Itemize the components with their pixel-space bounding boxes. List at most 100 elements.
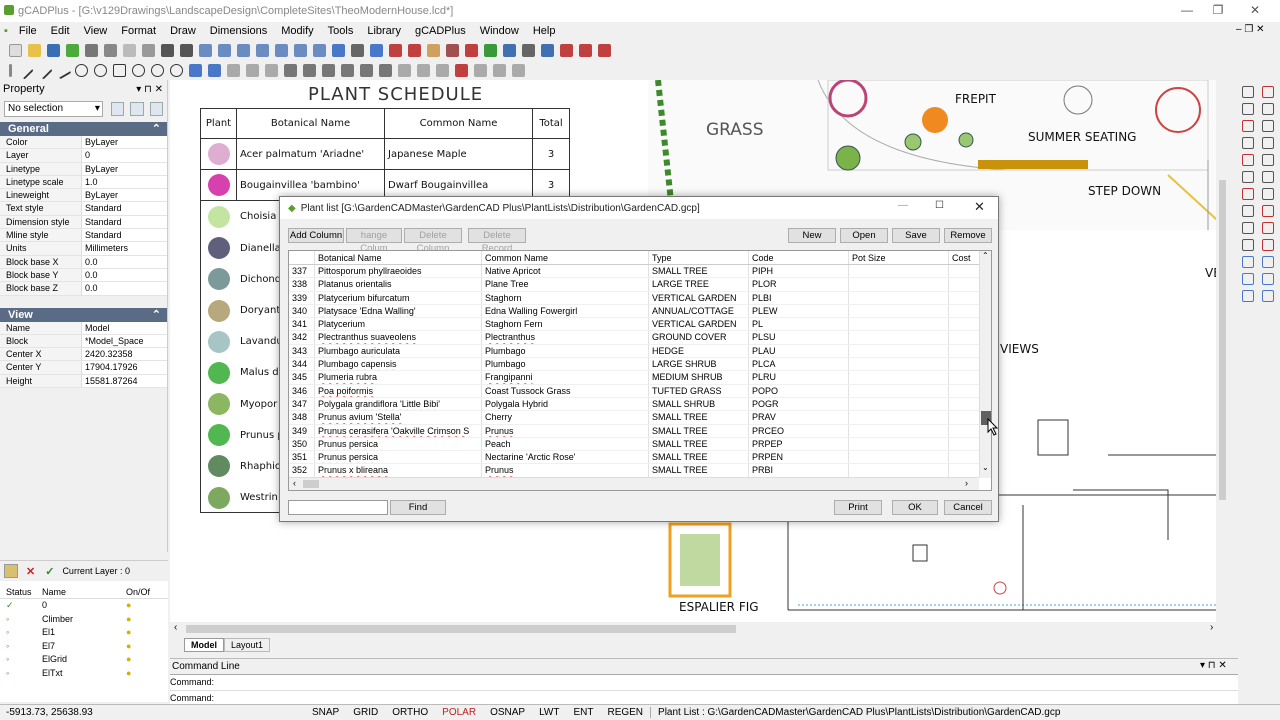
zoom-window-icon[interactable] (256, 43, 269, 57)
grid-cell[interactable]: 346 (289, 384, 315, 397)
design-center-icon[interactable] (370, 43, 383, 57)
grid-cell[interactable]: Plane Tree (482, 278, 649, 291)
minimize-icon[interactable]: — (1172, 3, 1202, 17)
property-value[interactable]: 0.0 (82, 282, 167, 294)
delete-icon[interactable] (455, 63, 468, 77)
grid-cell[interactable]: POGR (749, 397, 849, 411)
v-scrollbar[interactable] (1216, 80, 1228, 622)
grid-row[interactable]: 346 Poa poiformis Coast Tussock Grass TUFTE… (289, 384, 991, 398)
grid-cell[interactable]: PLBI (749, 291, 849, 304)
grid-cell[interactable]: 343 (289, 344, 315, 358)
text-icon[interactable] (560, 43, 573, 57)
property-row[interactable]: Center X 2420.32358 (0, 348, 167, 362)
grid-cell[interactable]: Polygala Hybrid (482, 397, 649, 411)
zoom-extents-icon[interactable] (275, 43, 288, 57)
modify-tool-icon[interactable] (1262, 86, 1274, 98)
delete-record-button[interactable]: Delete Record (468, 228, 526, 254)
property-value[interactable]: 2420.32358 (82, 348, 167, 360)
quick-select-icon[interactable] (110, 102, 125, 116)
grid-cell[interactable]: 351 (289, 451, 315, 464)
property-value[interactable]: 1.0 (82, 176, 167, 188)
grid-row[interactable]: 337 Pittosporum phyllraeoides Native Apric… (289, 265, 991, 279)
ray-icon[interactable] (34, 60, 53, 80)
grid-cell[interactable]: PRPEN (749, 451, 849, 464)
modify-tool-icon[interactable] (1242, 154, 1254, 166)
property-row[interactable]: Block base Z 0.0 (0, 282, 167, 296)
modify-tool-icon[interactable] (1242, 86, 1254, 98)
grid-cell[interactable]: 345 (289, 371, 315, 384)
grid-cell[interactable] (849, 371, 949, 384)
status-osnap[interactable]: OSNAP (483, 707, 532, 718)
grid-cell[interactable] (849, 304, 949, 318)
selection-dropdown[interactable]: No selection ▾ (4, 101, 103, 117)
area-icon[interactable] (598, 43, 611, 57)
grid-row[interactable]: 338 Platanus orientalis Plane Tree LARGE TR… (289, 278, 991, 292)
grid-cell[interactable]: PLEW (749, 304, 849, 318)
bulb-icon[interactable]: ● (126, 667, 131, 681)
match-icon[interactable] (474, 63, 487, 77)
new-button[interactable]: New (788, 228, 836, 243)
save-button[interactable]: Save (892, 228, 940, 243)
menu-draw[interactable]: Draw (163, 25, 203, 37)
grid-cell[interactable] (849, 331, 949, 344)
copy-icon[interactable] (123, 43, 136, 57)
property-row[interactable]: Height 15581.87264 (0, 374, 167, 389)
layer-status-icon[interactable]: ◦ (0, 653, 42, 667)
grid-row[interactable]: 340 Platysace 'Edna Walling' Edna Walling … (289, 304, 991, 319)
grid-cell[interactable]: ANNUAL/COTTAGE (649, 304, 749, 318)
open-button[interactable]: Open (840, 228, 888, 243)
status-grid[interactable]: GRID (346, 707, 385, 718)
hatch-icon[interactable] (427, 43, 440, 57)
grid-cell[interactable] (849, 397, 949, 411)
grid-cell[interactable]: PRAV (749, 411, 849, 424)
col-name[interactable]: Name (42, 585, 126, 598)
grid-cell[interactable]: Platysace 'Edna Walling' (315, 304, 482, 318)
grid-cell[interactable]: PL (749, 318, 849, 331)
grid-cell[interactable]: Staghorn Fern (482, 318, 649, 331)
grid-cell[interactable]: Prunus (482, 464, 649, 477)
modify-tool-icon[interactable] (1242, 171, 1254, 183)
grid-cell[interactable]: Platanus orientalis (315, 278, 482, 291)
grid-icon[interactable] (436, 63, 449, 77)
open-icon[interactable] (28, 43, 41, 57)
grid-cell[interactable]: 340 (289, 304, 315, 318)
zoom-out-icon[interactable] (237, 43, 250, 57)
tab-layout1[interactable]: Layout1 (224, 638, 271, 652)
grid-cell[interactable]: Plumbago (482, 358, 649, 371)
measure-icon[interactable] (512, 63, 525, 77)
grid-row[interactable]: 344 Plumbago capensis Plumbago LARGE SHRUB P… (289, 358, 991, 372)
grid-row[interactable]: 339 Platycerium bifurcatum Staghorn VERTICA… (289, 291, 991, 305)
command-line[interactable]: Command: Command: (170, 674, 1238, 704)
grid-cell[interactable]: Staghorn (482, 291, 649, 304)
modify-tool-icon[interactable] (1262, 154, 1274, 166)
menu-library[interactable]: Library (360, 25, 408, 37)
dim-diameter-icon[interactable] (360, 63, 373, 77)
menu-view[interactable]: View (77, 25, 115, 37)
dim-center-icon[interactable] (379, 63, 392, 77)
property-value[interactable]: Standard (82, 202, 167, 214)
grid-cell[interactable]: Plectranthus (482, 331, 649, 344)
dim-linear-icon[interactable] (284, 63, 297, 77)
modify-tool-icon[interactable] (1262, 273, 1274, 285)
modify-tool-icon[interactable] (1242, 120, 1254, 132)
lines-icon[interactable] (522, 43, 535, 57)
property-value[interactable]: 15581.87264 (82, 375, 167, 387)
property-row[interactable]: Text style Standard (0, 202, 167, 216)
grid-row[interactable]: 348 Prunus avium 'Stella' Cherry SMALL TREE… (289, 411, 991, 425)
grid-cell[interactable]: PLSU (749, 331, 849, 344)
grid-cell[interactable] (849, 451, 949, 464)
library-icon[interactable] (446, 43, 459, 57)
property-row[interactable]: Mline style Standard (0, 229, 167, 243)
toggle-pickadd-icon[interactable] (149, 102, 163, 116)
grid-cell[interactable]: 347 (289, 397, 315, 411)
osnap-icon[interactable] (417, 63, 430, 77)
table-icon[interactable] (265, 63, 278, 77)
property-row[interactable]: Units Millimeters (0, 242, 167, 256)
bulb-icon[interactable]: ● (126, 626, 131, 640)
label-icon[interactable] (579, 43, 592, 57)
dim-angle-icon[interactable] (341, 63, 354, 77)
menu-modify[interactable]: Modify (274, 25, 320, 37)
grid-cell[interactable] (849, 265, 949, 278)
snap-icon[interactable] (398, 63, 411, 77)
grid-cell[interactable]: SMALL TREE (649, 437, 749, 451)
